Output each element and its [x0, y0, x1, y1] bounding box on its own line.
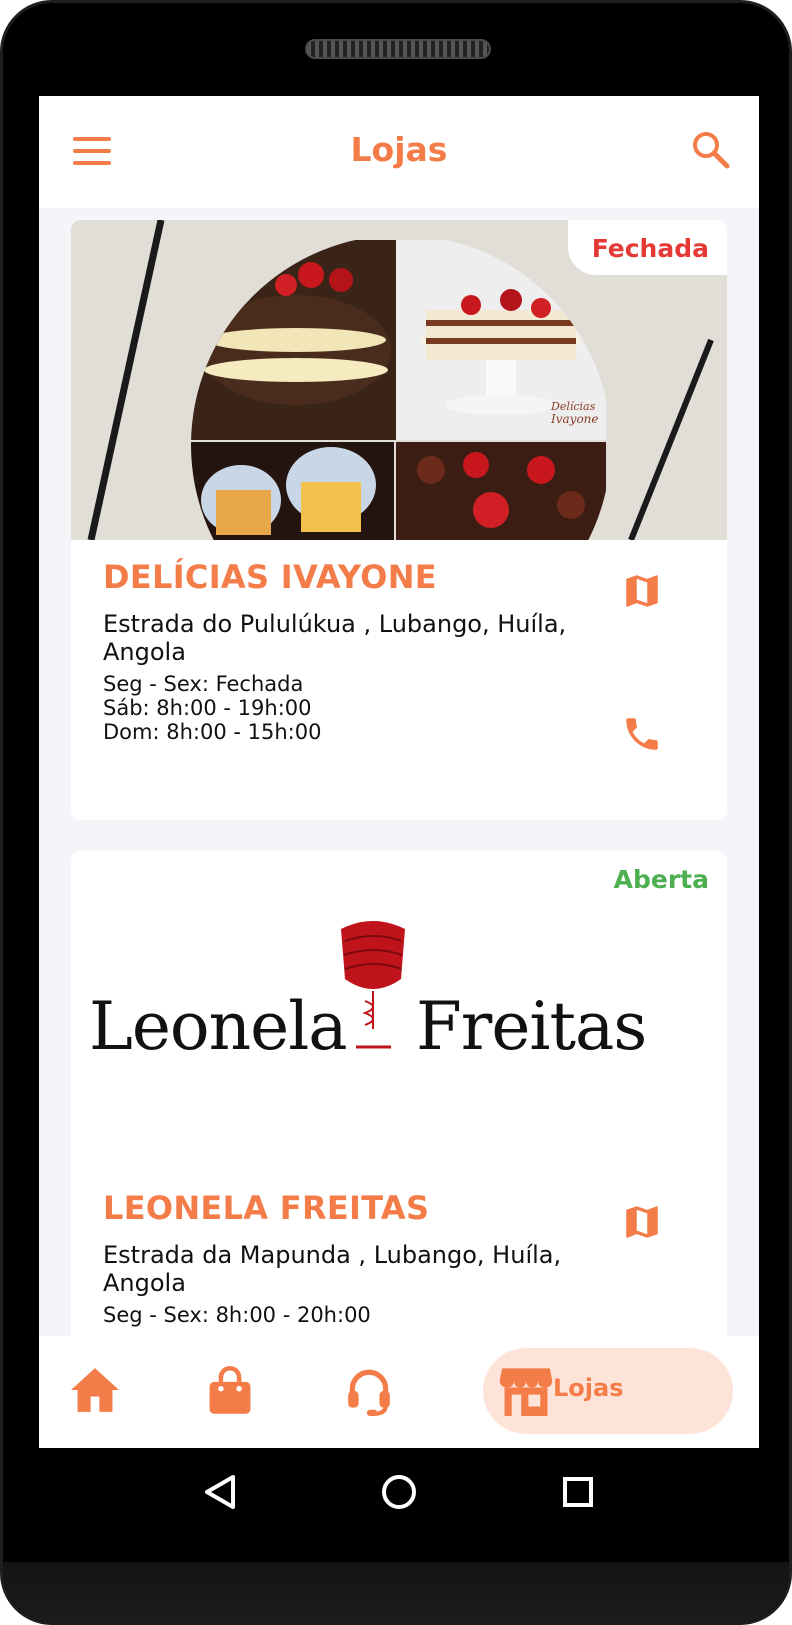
status-badge: Aberta [589, 851, 727, 906]
store-address: Estrada do Pululúkua , Lubango, Huíla, A… [103, 610, 567, 666]
nav-stores[interactable]: Lojas [483, 1348, 733, 1434]
store-name: LEONELA FREITAS [103, 1189, 430, 1227]
status-badge: Fechada [567, 220, 727, 275]
hours-line: Seg - Sex: Fechada [103, 672, 304, 696]
phone-speaker [305, 39, 491, 59]
store-icon [499, 1368, 553, 1416]
store-name: DELÍCIAS IVAYONE [103, 558, 437, 596]
search-icon[interactable] [691, 130, 731, 170]
store-logo-text: Freitas [416, 988, 646, 1065]
store-hours: Seg - Sex: 8h:00 - 20h:00 [103, 1303, 603, 1327]
phone-frame: Lojas Delícias Ivayone Fechada DELÍCIAS … [0, 0, 792, 1625]
back-icon[interactable] [203, 1474, 237, 1510]
store-list: Delícias Ivayone Fechada DELÍCIAS IVAYON… [39, 208, 759, 1336]
nav-support[interactable] [335, 1336, 415, 1448]
hours-line: Sáb: 8h:00 - 19h:00 [103, 696, 312, 720]
store-logo-text: Leonela [89, 988, 347, 1065]
app-screen: Lojas Delícias Ivayone Fechada DELÍCIAS … [39, 96, 759, 1448]
store-logo: Leonela Freitas Aberta [71, 851, 727, 1171]
support-headset-icon [348, 1369, 390, 1416]
home-circle-icon[interactable] [381, 1474, 417, 1510]
hours-line: Dom: 8h:00 - 15h:00 [103, 720, 322, 744]
bottom-navigation: Lojas [39, 1336, 759, 1448]
recents-icon[interactable] [562, 1476, 594, 1508]
store-photo: Delícias Ivayone Fechada [71, 220, 727, 540]
map-icon[interactable] [621, 1201, 663, 1243]
nav-stores-label: Lojas [553, 1374, 624, 1402]
store-address: Estrada da Mapunda , Lubango, Huíla, Ang… [103, 1241, 562, 1297]
page-title: Lojas [350, 130, 448, 169]
map-icon[interactable] [621, 570, 663, 612]
nav-shop[interactable] [199, 1336, 279, 1448]
phone-icon[interactable] [621, 713, 663, 755]
app-bar: Lojas [39, 96, 759, 208]
store-photo-text: Ivayone [550, 412, 599, 426]
nav-home[interactable] [59, 1336, 139, 1448]
store-hours: Seg - Sex: Fechada Sáb: 8h:00 - 19h:00 D… [103, 672, 603, 744]
store-card[interactable]: Delícias Ivayone Fechada DELÍCIAS IVAYON… [71, 220, 727, 820]
hours-line: Seg - Sex: 8h:00 - 20h:00 [103, 1303, 371, 1327]
home-icon [71, 1368, 119, 1412]
shopping-bag-icon [209, 1366, 251, 1414]
system-navigation-bar [3, 1448, 792, 1558]
store-card[interactable]: Leonela Freitas Aberta LEONELA FREITAS E… [71, 851, 727, 1336]
